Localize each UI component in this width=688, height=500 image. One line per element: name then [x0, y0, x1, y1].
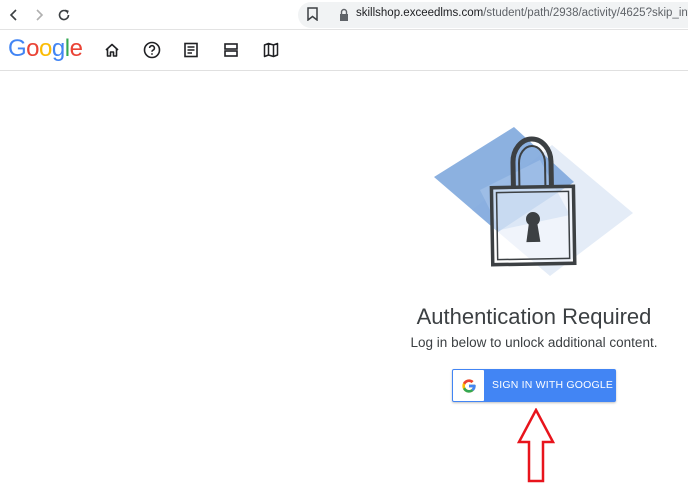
notes-icon[interactable]	[181, 40, 201, 60]
red-arrow-annotation	[516, 408, 556, 483]
bookmark-icon[interactable]	[305, 6, 319, 22]
url-text[interactable]: skillshop.exceedlms.com/student/path/293…	[356, 7, 688, 19]
logo-letter: g	[51, 35, 65, 62]
help-icon[interactable]	[142, 40, 162, 60]
forward-icon[interactable]	[29, 5, 49, 25]
google-g-icon	[453, 370, 484, 401]
page-title: Authentication Required	[416, 304, 652, 329]
logo-letter: e	[69, 35, 83, 62]
sign-in-with-google-button[interactable]: SIGN IN WITH GOOGLE	[452, 369, 616, 402]
back-icon[interactable]	[4, 5, 24, 25]
logo-letter: o	[39, 35, 52, 62]
sign-in-label: SIGN IN WITH GOOGLE	[492, 379, 614, 391]
page-subtitle: Log in below to unlock additional conten…	[410, 335, 658, 350]
app-header: Google	[0, 30, 688, 71]
reload-icon[interactable]	[54, 5, 74, 25]
lock-illustration	[434, 127, 633, 276]
logo-letter: G	[8, 35, 27, 62]
url-host: skillshop.exceedlms.com	[356, 7, 484, 19]
secure-lock-icon[interactable]	[338, 8, 350, 22]
url-path: /student/path/2938/activity/4625?skip_in…	[483, 7, 688, 19]
logo-letter: o	[26, 35, 40, 62]
browser-toolbar: skillshop.exceedlms.com/student/path/293…	[0, 0, 688, 30]
layout-icon[interactable]	[221, 40, 241, 60]
map-icon[interactable]	[261, 40, 281, 60]
home-icon[interactable]	[102, 40, 122, 60]
google-logo[interactable]: Google	[8, 35, 83, 63]
